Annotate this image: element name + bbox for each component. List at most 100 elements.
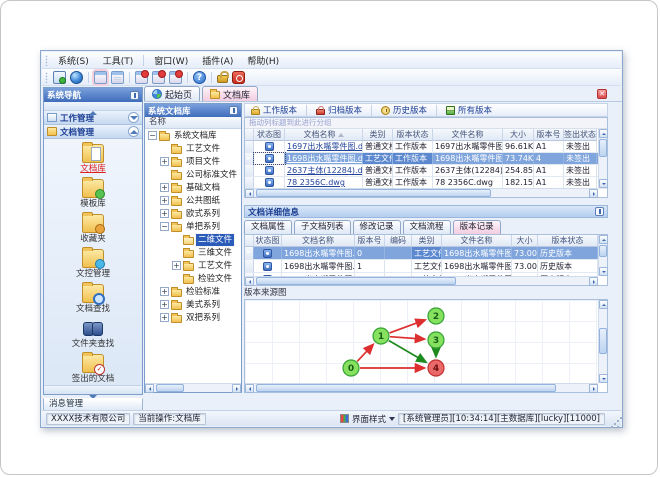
- tab-modify-records[interactable]: 修改记录: [352, 220, 401, 234]
- tree-node[interactable]: − 单把系列: [145, 220, 241, 233]
- pin-icon[interactable]: [130, 90, 139, 100]
- pin-icon[interactable]: [229, 106, 238, 115]
- help-icon[interactable]: [193, 70, 206, 84]
- scroll-up-icon[interactable]: [599, 129, 608, 138]
- tree-node[interactable]: + 公共图纸: [145, 194, 241, 207]
- tree-node[interactable]: 检验文件: [145, 272, 241, 285]
- expander-plus-icon[interactable]: +: [172, 261, 181, 270]
- scrollbar-thumb[interactable]: [156, 384, 184, 392]
- expander-plus-icon[interactable]: +: [160, 196, 169, 205]
- column-header[interactable]: 文档名称: [285, 129, 363, 141]
- expander-minus-icon[interactable]: −: [148, 131, 157, 140]
- scroll-up-icon[interactable]: [599, 235, 608, 244]
- menu-system[interactable]: 系统(S): [51, 53, 96, 68]
- scroll-down-icon[interactable]: [599, 374, 608, 383]
- sidebar-item-folder-search[interactable]: 文件夹查找: [44, 319, 142, 354]
- scroll-left-icon[interactable]: [145, 384, 154, 393]
- scroll-right-icon[interactable]: [232, 384, 241, 393]
- chevron-down-circle-icon[interactable]: [128, 112, 139, 123]
- column-header[interactable]: 类别: [412, 235, 442, 247]
- documents-horizontal-scrollbar[interactable]: [245, 188, 598, 198]
- graph-vertical-scrollbar[interactable]: [598, 300, 608, 383]
- button-archive-version[interactable]: 归档版本: [310, 104, 368, 116]
- tree-node[interactable]: 公司标准文件: [145, 168, 241, 181]
- sidebar-item-doc-search[interactable]: 文档查找: [44, 282, 142, 319]
- tree-node[interactable]: 三维文件: [145, 246, 241, 259]
- column-header[interactable]: 编码: [385, 235, 412, 247]
- scroll-right-icon[interactable]: [589, 189, 598, 198]
- tree-node[interactable]: + 基础文档: [145, 181, 241, 194]
- menu-drag-grip[interactable]: [45, 54, 48, 66]
- table-row[interactable]: 1698出水嘴零件图.dwg1工艺文件1698出水嘴零件图.dwg73.00KB…: [245, 260, 607, 273]
- sidebar-collapse-strip-bottom[interactable]: [44, 385, 142, 399]
- column-header[interactable]: 类别: [363, 129, 393, 141]
- button-history-version[interactable]: 历史版本: [375, 104, 433, 116]
- tree-node[interactable]: 工艺文件: [145, 142, 241, 155]
- expander-plus-icon[interactable]: +: [160, 300, 169, 309]
- scrollbar-thumb[interactable]: [599, 139, 607, 157]
- graph-horizontal-scrollbar[interactable]: [245, 383, 598, 393]
- sidebar-item-template-library[interactable]: 模板库: [44, 177, 142, 214]
- tab-doc-properties[interactable]: 文档属性: [244, 220, 293, 234]
- scroll-left-icon[interactable]: [245, 277, 254, 286]
- window-edit-badge-icon[interactable]: [152, 69, 166, 84]
- scrollbar-thumb[interactable]: [256, 277, 456, 285]
- tree-node[interactable]: + 工艺文件: [145, 259, 241, 272]
- versions-horizontal-scrollbar[interactable]: [245, 276, 598, 286]
- menu-tools[interactable]: 工具(T): [96, 53, 141, 68]
- resize-grip[interactable]: [608, 417, 617, 426]
- column-header[interactable]: 签出状态: [564, 129, 597, 141]
- table-row[interactable]: 1697出水嘴零件图.dwg普通文档工作版本1697出水嘴零件图.dwg96.6…: [245, 141, 607, 153]
- close-icon[interactable]: ✕: [597, 89, 607, 99]
- tree-column-header[interactable]: 名称: [145, 117, 241, 129]
- scrollbar-thumb[interactable]: [599, 328, 607, 354]
- tree-node[interactable]: − 系统文档库: [145, 129, 241, 142]
- column-header[interactable]: 大小: [512, 235, 538, 247]
- column-header[interactable]: 大小: [503, 129, 534, 141]
- tree-node[interactable]: + 欧式系列: [145, 207, 241, 220]
- tab-version-records[interactable]: 版本记录: [452, 220, 501, 234]
- table-row[interactable]: ▸1698出水嘴零件图.dwg工艺文件工作版本1698出水嘴零件图.dwg73.…: [245, 152, 607, 165]
- monitor-icon[interactable]: [53, 70, 66, 84]
- scroll-left-icon[interactable]: [245, 189, 254, 198]
- sidebar-group-document-management[interactable]: 文档管理: [44, 125, 142, 139]
- tab-document-library[interactable]: 文档库: [202, 86, 259, 101]
- tree-node[interactable]: + 美式系列: [145, 298, 241, 311]
- tab-start-page[interactable]: 起始页: [144, 86, 201, 101]
- expander-plus-icon[interactable]: +: [160, 313, 169, 322]
- window-icon[interactable]: [94, 70, 107, 84]
- power-icon[interactable]: [232, 70, 245, 84]
- scroll-right-icon[interactable]: [589, 384, 598, 393]
- expander-plus-icon[interactable]: +: [160, 209, 169, 218]
- expander-plus-icon[interactable]: +: [160, 183, 169, 192]
- scroll-up-icon[interactable]: [599, 300, 608, 309]
- sidebar-item-document-library[interactable]: 文档库: [44, 142, 142, 179]
- scroll-down-icon[interactable]: [599, 179, 608, 188]
- expander-plus-icon[interactable]: +: [160, 157, 169, 166]
- scrollbar-thumb[interactable]: [256, 189, 491, 197]
- column-header[interactable]: 版本状态: [538, 235, 598, 247]
- expander-plus-icon[interactable]: +: [160, 287, 169, 296]
- table-row[interactable]: ▸1698出水嘴零件图.dwg0工艺文件1698出水嘴零件图.dwg73.00K…: [245, 247, 607, 260]
- column-header[interactable]: 文件名称: [442, 235, 512, 247]
- sidebar-item-checked-out-docs[interactable]: 签出的文档: [44, 352, 142, 389]
- scroll-right-icon[interactable]: [589, 277, 598, 286]
- documents-vertical-scrollbar[interactable]: [598, 129, 608, 188]
- tree-horizontal-scrollbar[interactable]: [145, 383, 241, 393]
- pin-icon[interactable]: [595, 207, 604, 216]
- button-all-version[interactable]: 所有版本: [440, 104, 498, 116]
- tab-doc-flow[interactable]: 文档流程: [402, 220, 451, 234]
- sidebar-collapse-strip-top[interactable]: [44, 102, 142, 115]
- scroll-down-icon[interactable]: [599, 267, 608, 276]
- window-close-badge-icon[interactable]: [169, 69, 183, 84]
- menu-help[interactable]: 帮助(H): [240, 53, 286, 68]
- ui-style-selector[interactable]: 界面样式: [340, 413, 396, 425]
- menu-plugins[interactable]: 插件(A): [195, 53, 240, 68]
- version-graph-canvas[interactable]: 0 1 2 3 4: [245, 300, 598, 383]
- versions-vertical-scrollbar[interactable]: [598, 235, 608, 276]
- expander-minus-icon[interactable]: −: [160, 222, 169, 231]
- scroll-left-icon[interactable]: [245, 384, 254, 393]
- column-header[interactable]: 版本号: [355, 235, 385, 247]
- menu-window[interactable]: 窗口(W): [147, 53, 195, 68]
- tree-node[interactable]: 二维文件: [145, 232, 241, 247]
